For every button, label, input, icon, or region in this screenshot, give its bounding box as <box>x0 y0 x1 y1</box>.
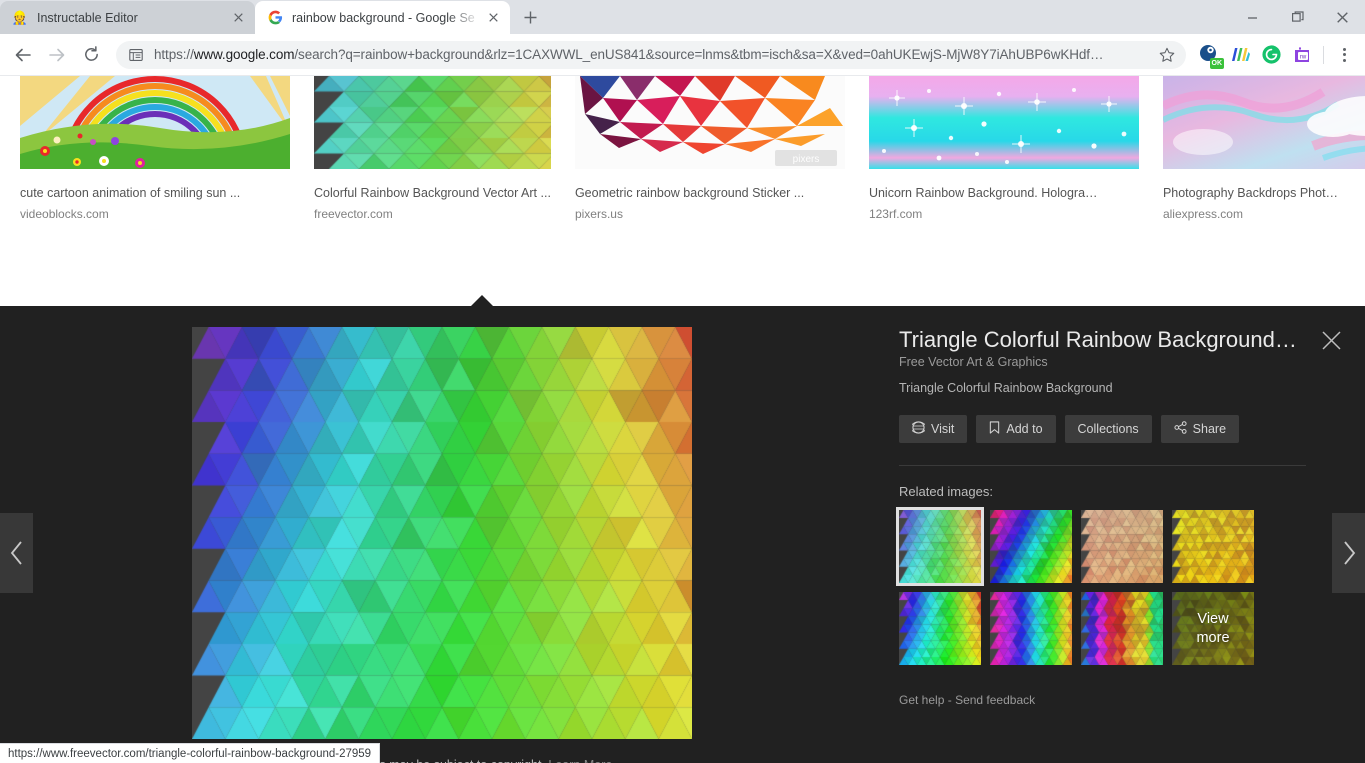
result-title[interactable]: Geometric rainbow background Sticker ... <box>575 186 845 200</box>
back-button[interactable] <box>8 40 38 70</box>
result-site: aliexpress.com <box>1162 207 1243 221</box>
send-feedback-link[interactable]: Send feedback <box>955 693 1035 707</box>
google-g-icon <box>267 10 283 26</box>
result-title[interactable]: Photography Backdrops Phot… <box>1163 186 1365 200</box>
address-bar[interactable]: https://www.google.com/search?q=rainbow+… <box>116 40 1186 69</box>
bookmark-star-icon[interactable] <box>1154 42 1180 68</box>
viewer-pointer-arrow <box>470 295 494 307</box>
tab-title: Instructable Editor <box>37 10 138 25</box>
url-text: https://www.google.com/search?q=rainbow+… <box>154 47 1104 62</box>
result-site: videoblocks.com <box>20 207 109 221</box>
result-thumbnail[interactable] <box>20 76 290 169</box>
image-results-row: cute cartoon animation of smiling sun ..… <box>0 76 1365 236</box>
page-content: cute cartoon animation of smiling sun ..… <box>0 76 1365 763</box>
browser-toolbar: https://www.google.com/search?q=rainbow+… <box>0 34 1365 76</box>
image-result-0[interactable]: cute cartoon animation of smiling sun ..… <box>20 76 290 221</box>
status-url-text: https://www.freevector.com/triangle-colo… <box>8 747 372 760</box>
image-source: Free Vector Art & Graphics <box>899 355 1048 369</box>
construction-worker-icon: 👷 <box>11 10 29 25</box>
close-window-button[interactable] <box>1320 0 1365 34</box>
reload-button[interactable] <box>76 40 106 70</box>
result-site: pixers.us <box>574 207 623 221</box>
share-icon <box>1174 421 1187 437</box>
result-title[interactable]: Unicorn Rainbow Background. Hologra… <box>869 186 1139 200</box>
footer-separator: - <box>947 693 952 707</box>
preview-image[interactable] <box>192 327 692 739</box>
svg-text:pixers: pixers <box>793 154 820 165</box>
tab-rainbow-background-google-search[interactable]: rainbow background - Google Se <box>255 1 510 34</box>
page-info-icon[interactable] <box>128 47 144 63</box>
previous-image-button[interactable] <box>0 513 33 593</box>
image-alt-text: Triangle Colorful Rainbow Background <box>899 381 1113 395</box>
collections-label: Collections <box>1077 422 1139 436</box>
minimize-button[interactable] <box>1230 0 1275 34</box>
image-info-pane: Triangle Colorful Rainbow Background… Fr… <box>880 327 1325 707</box>
extension-colorbars-icon[interactable] <box>1226 41 1254 69</box>
related-images-label: Related images: <box>899 484 993 499</box>
extension-ok-badge: OK <box>1209 58 1224 69</box>
grammarly-icon[interactable] <box>1257 41 1285 69</box>
visit-label: Visit <box>931 422 955 436</box>
globe-icon <box>910 421 927 437</box>
new-tab-button[interactable] <box>516 3 544 31</box>
result-thumbnail[interactable] <box>314 76 551 169</box>
result-title[interactable]: cute cartoon animation of smiling sun ..… <box>20 186 290 200</box>
share-label: Share <box>1192 422 1227 436</box>
related-thumb-8-view-more[interactable]: View more <box>1172 592 1254 665</box>
related-thumb-6[interactable] <box>990 592 1072 665</box>
tab-strip: 👷 Instructable Editor rainbow background… <box>0 0 1365 34</box>
view-more-line1: View <box>1197 610 1229 627</box>
result-title[interactable]: Colorful Rainbow Background Vector Art .… <box>314 186 551 200</box>
result-site: 123rf.com <box>868 207 923 221</box>
result-thumbnail[interactable] <box>1162 76 1365 169</box>
tab-title: rainbow background - Google Se <box>292 10 475 25</box>
visit-button[interactable]: Visit <box>899 415 968 443</box>
related-thumb-3[interactable] <box>1081 510 1163 583</box>
svg-text:rw: rw <box>1300 54 1307 60</box>
tab-instructable-editor[interactable]: 👷 Instructable Editor <box>0 1 255 34</box>
section-divider <box>899 465 1306 466</box>
related-images-grid: View more <box>896 507 1309 665</box>
next-image-button[interactable] <box>1332 513 1365 593</box>
related-thumb-1[interactable] <box>896 507 984 586</box>
extension-rw-icon[interactable]: rw <box>1288 41 1316 69</box>
result-thumbnail[interactable] <box>868 76 1139 169</box>
status-bar-url: https://www.freevector.com/triangle-colo… <box>0 743 381 763</box>
forward-button[interactable] <box>42 40 72 70</box>
chrome-menu-icon[interactable] <box>1331 42 1357 68</box>
view-more-overlay: View more <box>1172 592 1254 665</box>
bookmark-icon <box>989 421 1000 437</box>
image-result-3[interactable]: Unicorn Rainbow Background. Hologra… 123… <box>868 76 1139 221</box>
result-site: freevector.com <box>314 207 393 221</box>
related-thumb-4[interactable] <box>1172 510 1254 583</box>
image-result-1[interactable]: Colorful Rainbow Background Vector Art .… <box>314 76 551 221</box>
viewer-footer-links: Get help - Send feedback <box>899 693 1325 707</box>
view-more-line2: more <box>1196 629 1230 646</box>
action-button-row: Visit Add to Collections Share <box>899 415 1325 443</box>
result-thumbnail[interactable]: pixers <box>574 76 845 169</box>
window-controls <box>1230 0 1365 34</box>
related-thumb-2[interactable] <box>990 510 1072 583</box>
maximize-restore-button[interactable] <box>1275 0 1320 34</box>
page-title: Triangle Colorful Rainbow Background… <box>899 327 1297 352</box>
related-thumb-5[interactable] <box>899 592 981 665</box>
image-result-4[interactable]: Photography Backdrops Phot… aliexpress.c… <box>1162 76 1365 221</box>
tab-close-icon[interactable] <box>485 9 502 26</box>
related-thumb-7[interactable] <box>1081 592 1163 665</box>
toolbar-divider <box>1323 45 1324 64</box>
add-to-label: Add to <box>1006 422 1043 436</box>
get-help-link[interactable]: Get help <box>899 693 944 707</box>
collections-button[interactable]: Collections <box>1064 415 1152 443</box>
share-button[interactable]: Share <box>1160 415 1240 443</box>
extension-ok-icon[interactable]: OK <box>1195 41 1224 69</box>
image-viewer-panel: 1136 × 936 - Images may be subject to co… <box>0 295 1365 763</box>
tab-close-icon[interactable] <box>230 9 247 26</box>
add-to-button[interactable]: Add to <box>976 415 1056 443</box>
image-result-2[interactable]: pixers Geometric rainbow background Stic… <box>574 76 845 221</box>
learn-more-link[interactable]: Learn More <box>548 758 612 763</box>
